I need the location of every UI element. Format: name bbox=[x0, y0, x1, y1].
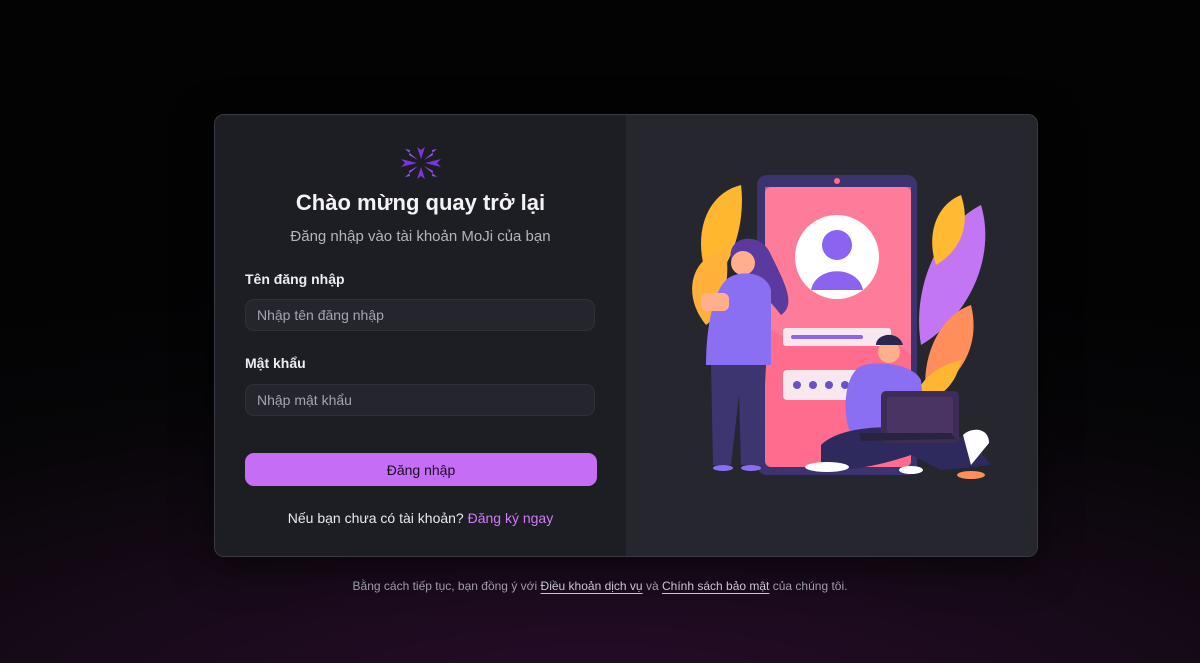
signup-link[interactable]: Đăng ký ngay bbox=[468, 510, 554, 526]
footer-and: và bbox=[645, 579, 659, 593]
username-input[interactable] bbox=[245, 299, 595, 331]
login-card: Chào mừng quay trở lại Đăng nhập vào tài… bbox=[214, 114, 1038, 557]
password-input[interactable] bbox=[245, 384, 595, 416]
login-illustration bbox=[692, 175, 991, 479]
signup-prompt-text: Nếu bạn chưa có tài khoản? bbox=[287, 510, 464, 526]
privacy-link[interactable]: Chính sách bảo mật bbox=[662, 579, 769, 593]
terms-link[interactable]: Điều khoản dịch vụ bbox=[541, 579, 643, 593]
login-form-panel: Chào mừng quay trở lại Đăng nhập vào tài… bbox=[215, 115, 626, 556]
moji-logo-icon bbox=[401, 147, 441, 179]
username-label: Tên đăng nhập bbox=[245, 271, 345, 287]
page-subtitle: Đăng nhập vào tài khoản MoJi của bạn bbox=[290, 228, 551, 245]
page-title: Chào mừng quay trở lại bbox=[295, 190, 546, 215]
login-button[interactable]: Đăng nhập bbox=[245, 453, 597, 486]
signup-prompt-row: Nếu bạn chưa có tài khoản? Đăng ký ngay bbox=[215, 510, 626, 526]
footer-suffix: của chúng tôi. bbox=[772, 579, 848, 593]
illustration-panel bbox=[626, 115, 1037, 556]
terms-footer: Bằng cách tiếp tục, bạn đồng ý với Điều … bbox=[0, 579, 1200, 593]
footer-prefix: Bằng cách tiếp tục, bạn đồng ý với bbox=[352, 579, 538, 593]
password-label: Mật khẩu bbox=[245, 355, 306, 371]
